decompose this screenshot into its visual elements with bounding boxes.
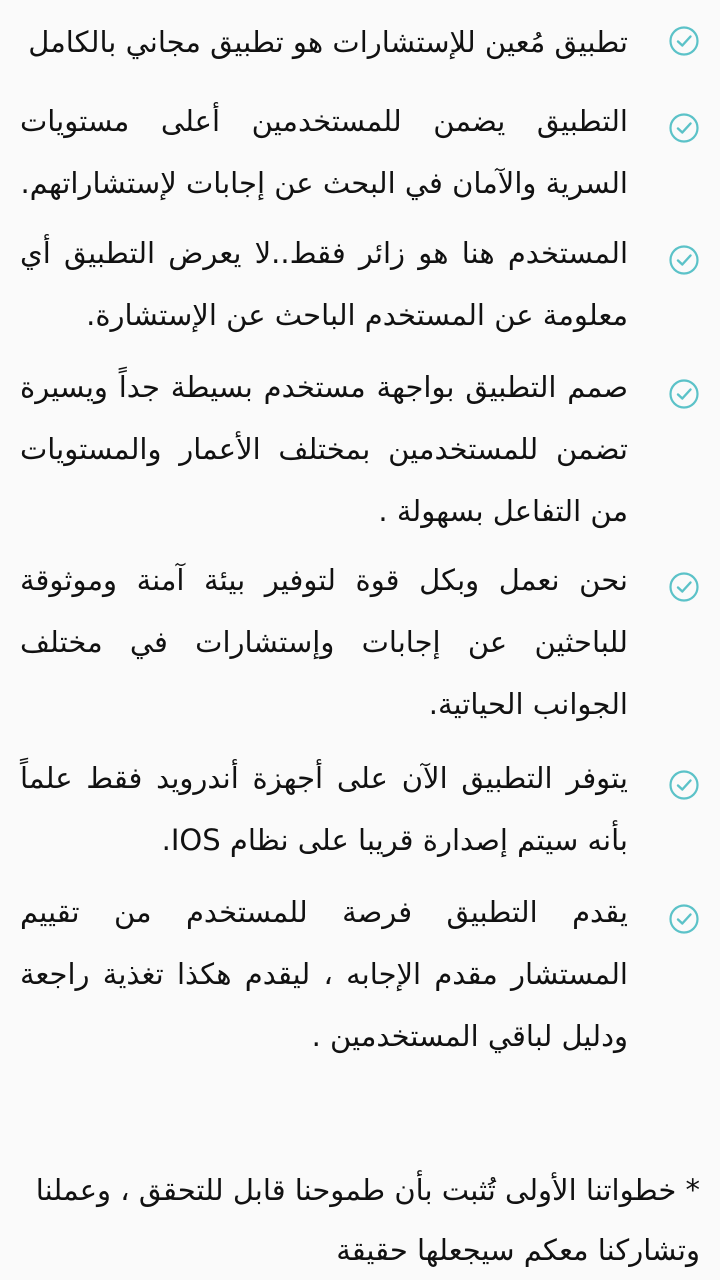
check-circle-icon — [668, 769, 700, 801]
footer-note: * خطواتنا الأولى تُثبت بأن طموحنا قابل ل… — [35, 1173, 700, 1267]
feature-text: يتوفر التطبيق الآن على أجهزة أندرويد فقط… — [20, 761, 628, 857]
feature-text: يقدم التطبيق فرصة للمستخدم من تقييم المس… — [20, 895, 628, 1053]
check-circle-icon — [668, 112, 700, 144]
check-circle-icon — [668, 903, 700, 935]
feature-item: نحن نعمل وبكل قوة لتوفير بيئة آمنة وموثو… — [20, 549, 700, 735]
check-circle-icon — [668, 25, 700, 57]
check-circle-icon — [668, 378, 700, 410]
feature-item: تطبيق مُعين للإستشارات هو تطبيق مجاني با… — [20, 11, 700, 73]
feature-text: تطبيق مُعين للإستشارات هو تطبيق مجاني با… — [28, 25, 628, 59]
feature-text: التطبيق يضمن للمستخدمين أعلى مستويات الس… — [20, 104, 628, 200]
check-circle-icon — [668, 571, 700, 603]
feature-item: المستخدم هنا هو زائر فقط..لا يعرض التطبي… — [20, 222, 700, 346]
app-page: تطبيق مُعين للإستشارات هو تطبيق مجاني با… — [0, 0, 720, 1280]
feature-text: المستخدم هنا هو زائر فقط..لا يعرض التطبي… — [20, 236, 628, 332]
feature-item: يقدم التطبيق فرصة للمستخدم من تقييم المس… — [20, 881, 700, 1067]
feature-text: صمم التطبيق بواجهة مستخدم بسيطة جداً ويس… — [20, 370, 628, 528]
feature-item: يتوفر التطبيق الآن على أجهزة أندرويد فقط… — [20, 747, 700, 871]
check-circle-icon — [668, 244, 700, 276]
feature-text: نحن نعمل وبكل قوة لتوفير بيئة آمنة وموثو… — [20, 563, 628, 721]
feature-item: صمم التطبيق بواجهة مستخدم بسيطة جداً ويس… — [20, 356, 700, 542]
feature-item: التطبيق يضمن للمستخدمين أعلى مستويات الس… — [20, 90, 700, 214]
